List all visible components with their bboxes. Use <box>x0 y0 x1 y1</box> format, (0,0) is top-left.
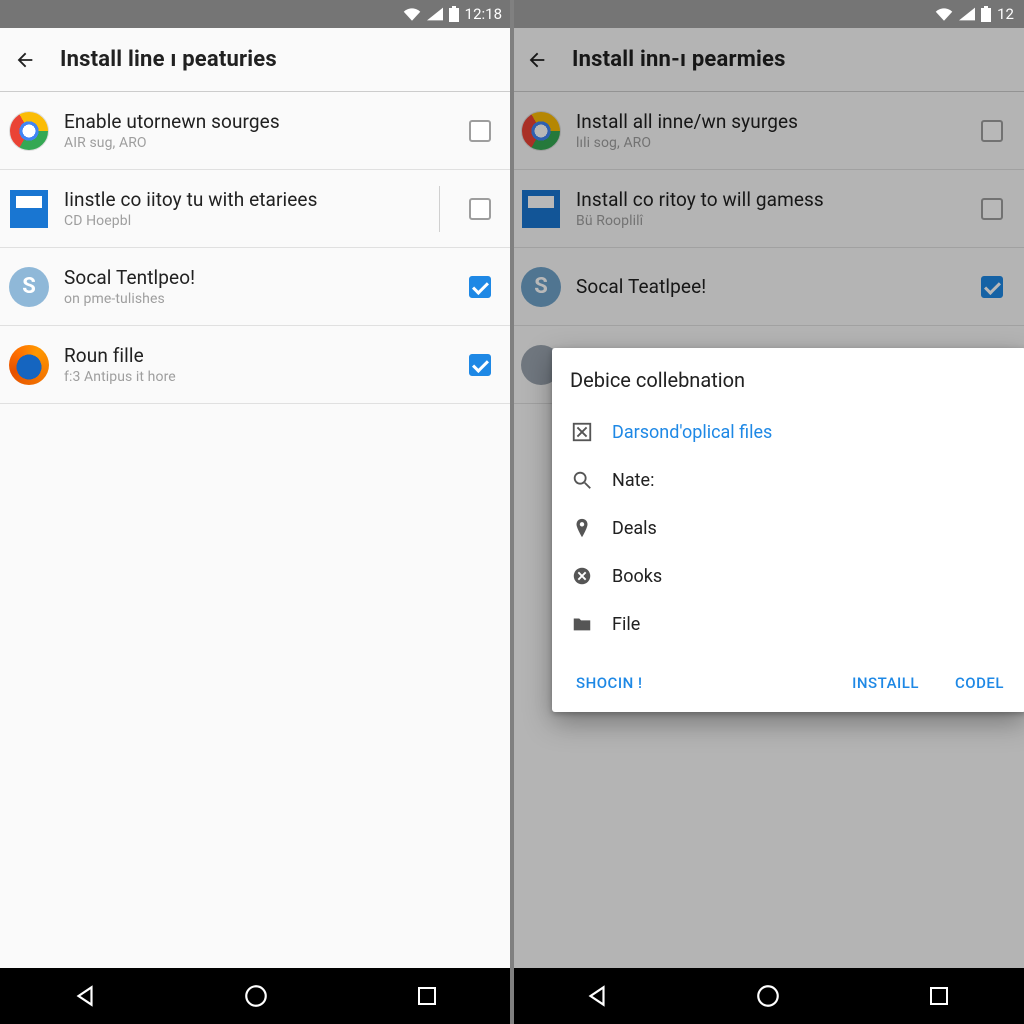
dialog-item-label: Deals <box>612 518 657 539</box>
back-icon[interactable] <box>14 49 36 71</box>
folder-icon <box>570 612 594 636</box>
dialog: Debice collebnation Darsond'oplical file… <box>552 348 1024 712</box>
dialog-actions: SHOCIN ! INSTAILL CODEL <box>570 660 1008 702</box>
firefox-icon <box>8 344 50 386</box>
list-item[interactable]: Roun fille f:3 Antipus it hore <box>0 326 512 404</box>
nav-bar <box>512 968 1024 1024</box>
item-sub: on pme-tulishes <box>64 291 450 307</box>
nav-recent-icon[interactable] <box>925 982 953 1010</box>
checkbox[interactable] <box>469 354 491 376</box>
clock: 12:18 <box>465 5 502 23</box>
list-item[interactable]: S Socal Tentlpeo! on pme-tulishes <box>0 248 512 326</box>
settings-list: Enable utornewn sourges AIR sug, ARO Iin… <box>0 92 512 968</box>
item-label: Enable utornewn sourges <box>64 110 450 133</box>
cancel-button[interactable]: CODEL <box>951 666 1008 700</box>
pin-icon <box>570 516 594 540</box>
nav-home-icon[interactable] <box>754 982 782 1010</box>
app-bar: Install line ı peaturies <box>0 28 512 92</box>
item-sub: CD Hoepbl <box>64 213 425 229</box>
item-sub: AIR sug, ARO <box>64 135 450 151</box>
dialog-item[interactable]: Books <box>570 552 1008 600</box>
battery-icon <box>981 6 991 22</box>
wifi-icon <box>935 7 953 21</box>
split-divider <box>510 0 514 1024</box>
dialog-item-label: File <box>612 614 640 635</box>
status-bar: 12:18 <box>0 0 512 28</box>
search-icon <box>570 468 594 492</box>
item-sub: f:3 Antipus it hore <box>64 369 450 385</box>
divider <box>439 186 440 232</box>
star-badge-icon <box>570 564 594 588</box>
nav-recent-icon[interactable] <box>413 982 441 1010</box>
status-bar: 12 <box>512 0 1024 28</box>
skype-icon: S <box>8 266 50 308</box>
box-icon <box>8 188 50 230</box>
nav-back-icon[interactable] <box>71 982 99 1010</box>
dialog-item[interactable]: File <box>570 600 1008 648</box>
checkbox[interactable] <box>469 276 491 298</box>
signal-icon <box>959 7 975 21</box>
square-x-icon <box>570 420 594 444</box>
chrome-icon <box>8 110 50 152</box>
checkbox[interactable] <box>469 120 491 142</box>
dialog-title: Debice collebnation <box>570 368 1008 392</box>
screen-right: 12 Install inn-ı pearmies Install all in… <box>512 0 1024 1024</box>
dialog-item-label: Nate: <box>612 470 654 491</box>
nav-bar <box>0 968 512 1024</box>
checkbox[interactable] <box>469 198 491 220</box>
page-title: Install line ı peaturies <box>60 47 277 72</box>
nav-back-icon[interactable] <box>583 982 611 1010</box>
dialog-item[interactable]: Nate: <box>570 456 1008 504</box>
dialog-item-label: Darsond'oplical files <box>612 422 772 443</box>
list-item[interactable]: Enable utornewn sourges AIR sug, ARO <box>0 92 512 170</box>
item-label: Roun fille <box>64 344 450 367</box>
dialog-item-label: Books <box>612 566 662 587</box>
battery-icon <box>449 6 459 22</box>
item-label: Socal Tentlpeo! <box>64 266 450 289</box>
dialog-item[interactable]: Darsond'oplical files <box>570 408 1008 456</box>
dialog-button-left[interactable]: SHOCIN ! <box>572 666 646 700</box>
dialog-item[interactable]: Deals <box>570 504 1008 552</box>
item-label: Iinstle co iitoy tu with etariees <box>64 188 425 211</box>
list-item[interactable]: Iinstle co iitoy tu with etariees CD Hoe… <box>0 170 512 248</box>
install-button[interactable]: INSTAILL <box>848 666 923 700</box>
clock: 12 <box>997 5 1014 23</box>
nav-home-icon[interactable] <box>242 982 270 1010</box>
screen-left: 12:18 Install line ı peaturies Enable ut… <box>0 0 512 1024</box>
signal-icon <box>427 7 443 21</box>
wifi-icon <box>403 7 421 21</box>
